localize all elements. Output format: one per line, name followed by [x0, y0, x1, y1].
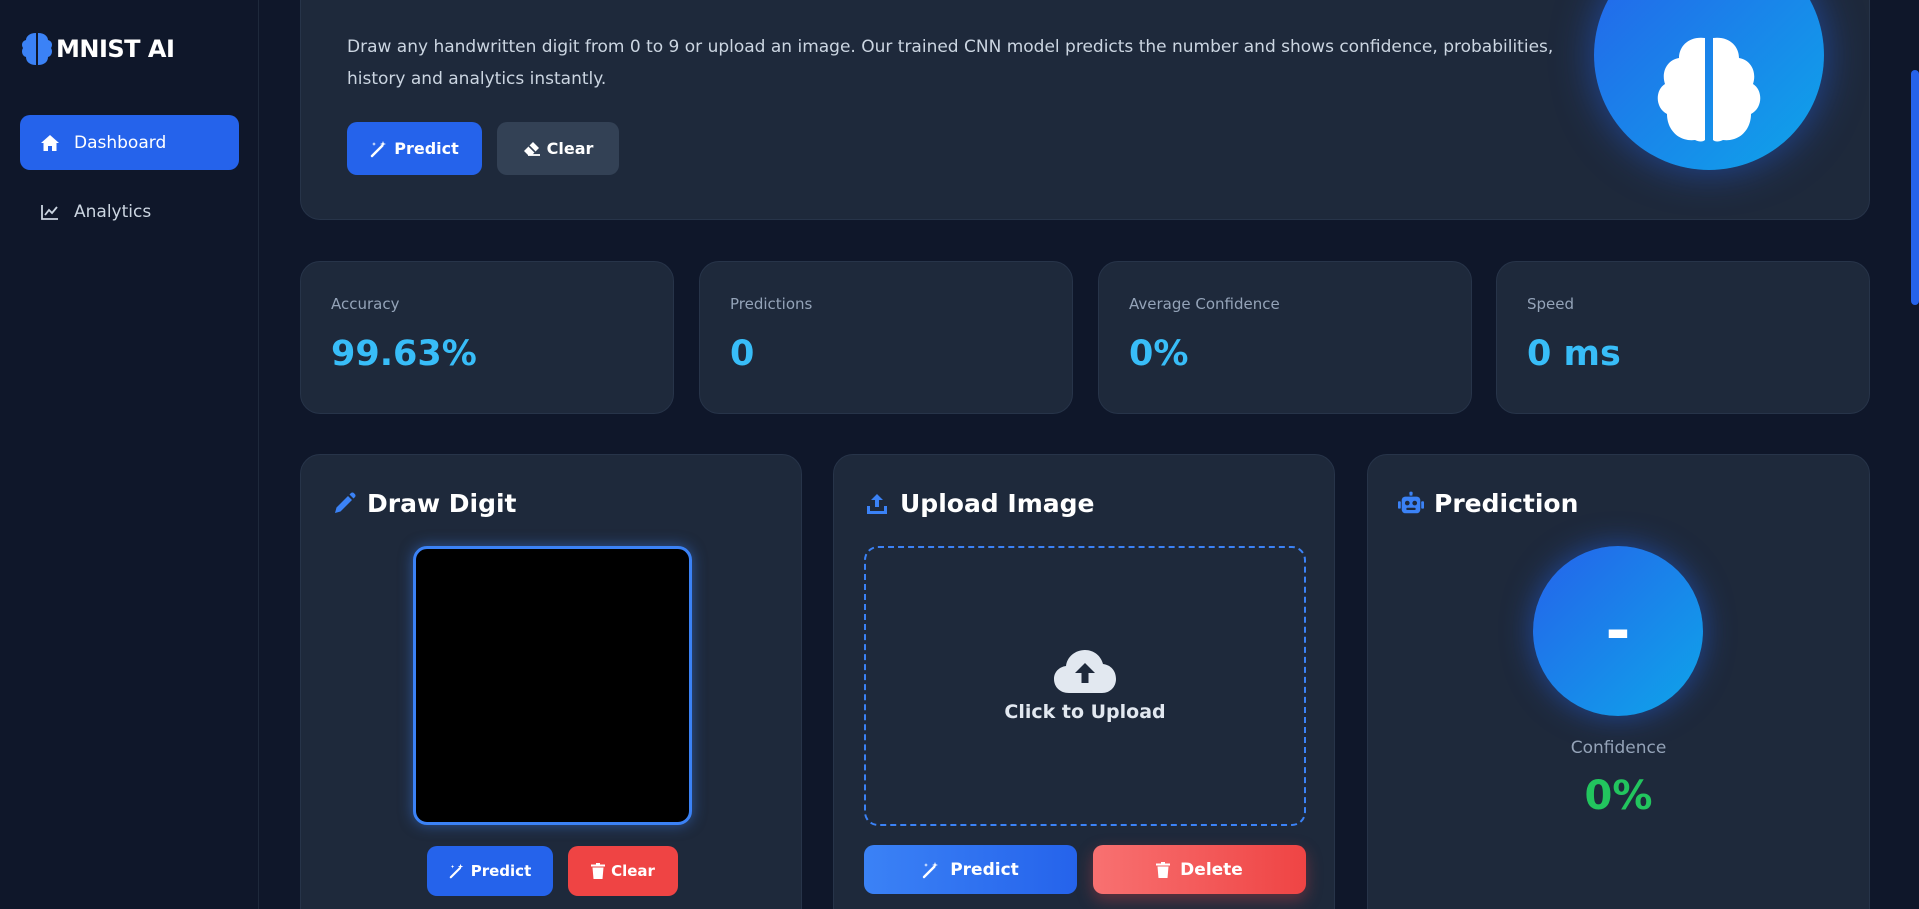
- upload-icon: [864, 491, 890, 517]
- trash-icon: [1156, 861, 1171, 878]
- trash-icon: [591, 863, 606, 879]
- stat-card-accuracy: Accuracy 99.63%: [300, 261, 674, 414]
- eraser-icon: [523, 141, 540, 156]
- stat-value: 0%: [1129, 334, 1189, 374]
- logo[interactable]: MNIST AI: [20, 30, 175, 68]
- upload-predict-button[interactable]: Predict: [864, 845, 1077, 894]
- magic-wand-icon: [371, 140, 387, 157]
- sidebar-item-label: Dashboard: [74, 132, 167, 153]
- cloud-upload-icon: [1054, 650, 1116, 693]
- brain-icon: [22, 33, 52, 65]
- stat-card-speed: Speed 0 ms: [1496, 261, 1870, 414]
- upload-dropzone[interactable]: Click to Upload: [864, 546, 1306, 826]
- hero-clear-button[interactable]: Clear: [497, 122, 619, 175]
- robot-icon: [1398, 491, 1424, 517]
- confidence-value: 0%: [1584, 773, 1653, 819]
- draw-predict-button[interactable]: Predict: [427, 846, 553, 896]
- hero-description: Draw any handwritten digit from 0 to 9 o…: [347, 37, 1554, 89]
- stat-label: Predictions: [730, 295, 813, 313]
- magic-wand-icon: [449, 863, 463, 879]
- stat-card-average-confidence: Average Confidence 0%: [1098, 261, 1472, 414]
- home-icon: [40, 133, 60, 153]
- sidebar-item-label: Analytics: [74, 201, 152, 222]
- panel-title: Upload Image: [864, 489, 1094, 518]
- scrollbar-thumb[interactable]: [1911, 70, 1919, 305]
- predicted-digit: -: [1533, 546, 1703, 716]
- brain-icon: [1657, 37, 1761, 142]
- stat-card-predictions: Predictions 0: [699, 261, 1073, 414]
- sidebar-item-analytics[interactable]: Analytics: [20, 184, 239, 239]
- pencil-icon: [331, 491, 357, 517]
- stat-value: 0 ms: [1527, 334, 1621, 374]
- stat-value: 0: [730, 334, 755, 374]
- confidence-label: Confidence: [1570, 738, 1667, 758]
- stat-label: Average Confidence: [1129, 295, 1280, 313]
- hero-predict-button[interactable]: Predict: [347, 122, 482, 175]
- stat-label: Speed: [1527, 295, 1575, 313]
- stat-label: Accuracy: [331, 295, 400, 313]
- upload-delete-button[interactable]: Delete: [1093, 845, 1306, 894]
- draw-digit-panel: Draw Digit Predict Clear: [300, 454, 802, 909]
- panel-title: Prediction: [1398, 489, 1578, 518]
- prediction-panel: Prediction - Confidence 0%: [1367, 454, 1870, 909]
- chart-line-icon: [40, 202, 60, 222]
- stat-value: 99.63%: [331, 334, 477, 374]
- upload-zone-text: Click to Upload: [1004, 701, 1166, 723]
- upload-image-panel: Upload Image Click to Upload Predict Del…: [833, 454, 1335, 909]
- sidebar-item-dashboard[interactable]: Dashboard: [20, 115, 239, 170]
- draw-clear-button[interactable]: Clear: [568, 846, 678, 896]
- drawing-canvas[interactable]: [413, 546, 692, 825]
- sidebar: MNIST AI Dashboard Analytics: [0, 0, 259, 909]
- panel-title: Draw Digit: [331, 489, 517, 518]
- app-name: MNIST AI: [56, 35, 175, 63]
- magic-wand-icon: [923, 861, 939, 878]
